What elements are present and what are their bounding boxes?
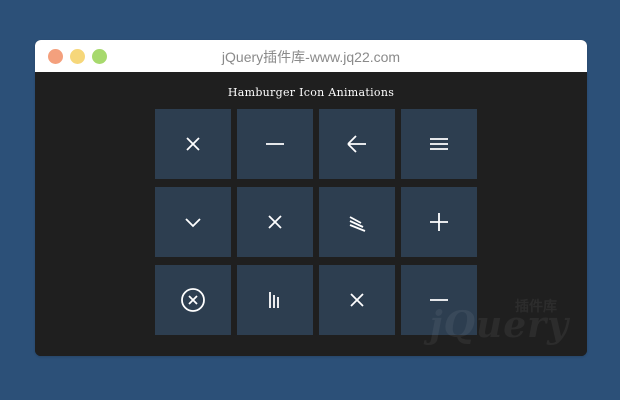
tile-plus[interactable] bbox=[401, 187, 477, 257]
tile-circle-x[interactable] bbox=[155, 265, 231, 335]
watermark-logo: jQuery bbox=[429, 304, 569, 346]
vertical-lines-icon bbox=[269, 292, 279, 308]
tile-x-1[interactable] bbox=[155, 109, 231, 179]
tile-arrow-left[interactable] bbox=[319, 109, 395, 179]
arrow-left-icon bbox=[347, 135, 366, 153]
tile-chevron-down[interactable] bbox=[155, 187, 231, 257]
browser-window: jQuery插件库-www.jq22.com Hamburger Icon An… bbox=[35, 40, 587, 356]
tile-vertical-lines[interactable] bbox=[237, 265, 313, 335]
minus-icon bbox=[266, 143, 284, 145]
tile-x-2[interactable] bbox=[237, 187, 313, 257]
tile-x-3[interactable] bbox=[319, 265, 395, 335]
demo-content: Hamburger Icon Animations 插件库 jQuery bbox=[35, 72, 587, 356]
icon-grid bbox=[155, 109, 477, 335]
slanted-lines-icon bbox=[349, 216, 366, 232]
window-title: jQuery插件库-www.jq22.com bbox=[221, 49, 401, 65]
page-heading: Hamburger Icon Animations bbox=[227, 86, 395, 99]
x-icon bbox=[268, 215, 282, 229]
tile-minus-1[interactable] bbox=[237, 109, 313, 179]
tile-menu[interactable] bbox=[401, 109, 477, 179]
plus-icon bbox=[430, 213, 448, 231]
tile-slanted-lines[interactable] bbox=[319, 187, 395, 257]
circle-x-icon bbox=[181, 288, 205, 312]
menu-icon bbox=[430, 138, 448, 150]
chevron-down-icon bbox=[185, 218, 201, 228]
x-icon bbox=[186, 137, 200, 151]
x-icon bbox=[350, 293, 364, 307]
window-titlebar: jQuery插件库-www.jq22.com bbox=[35, 40, 587, 72]
